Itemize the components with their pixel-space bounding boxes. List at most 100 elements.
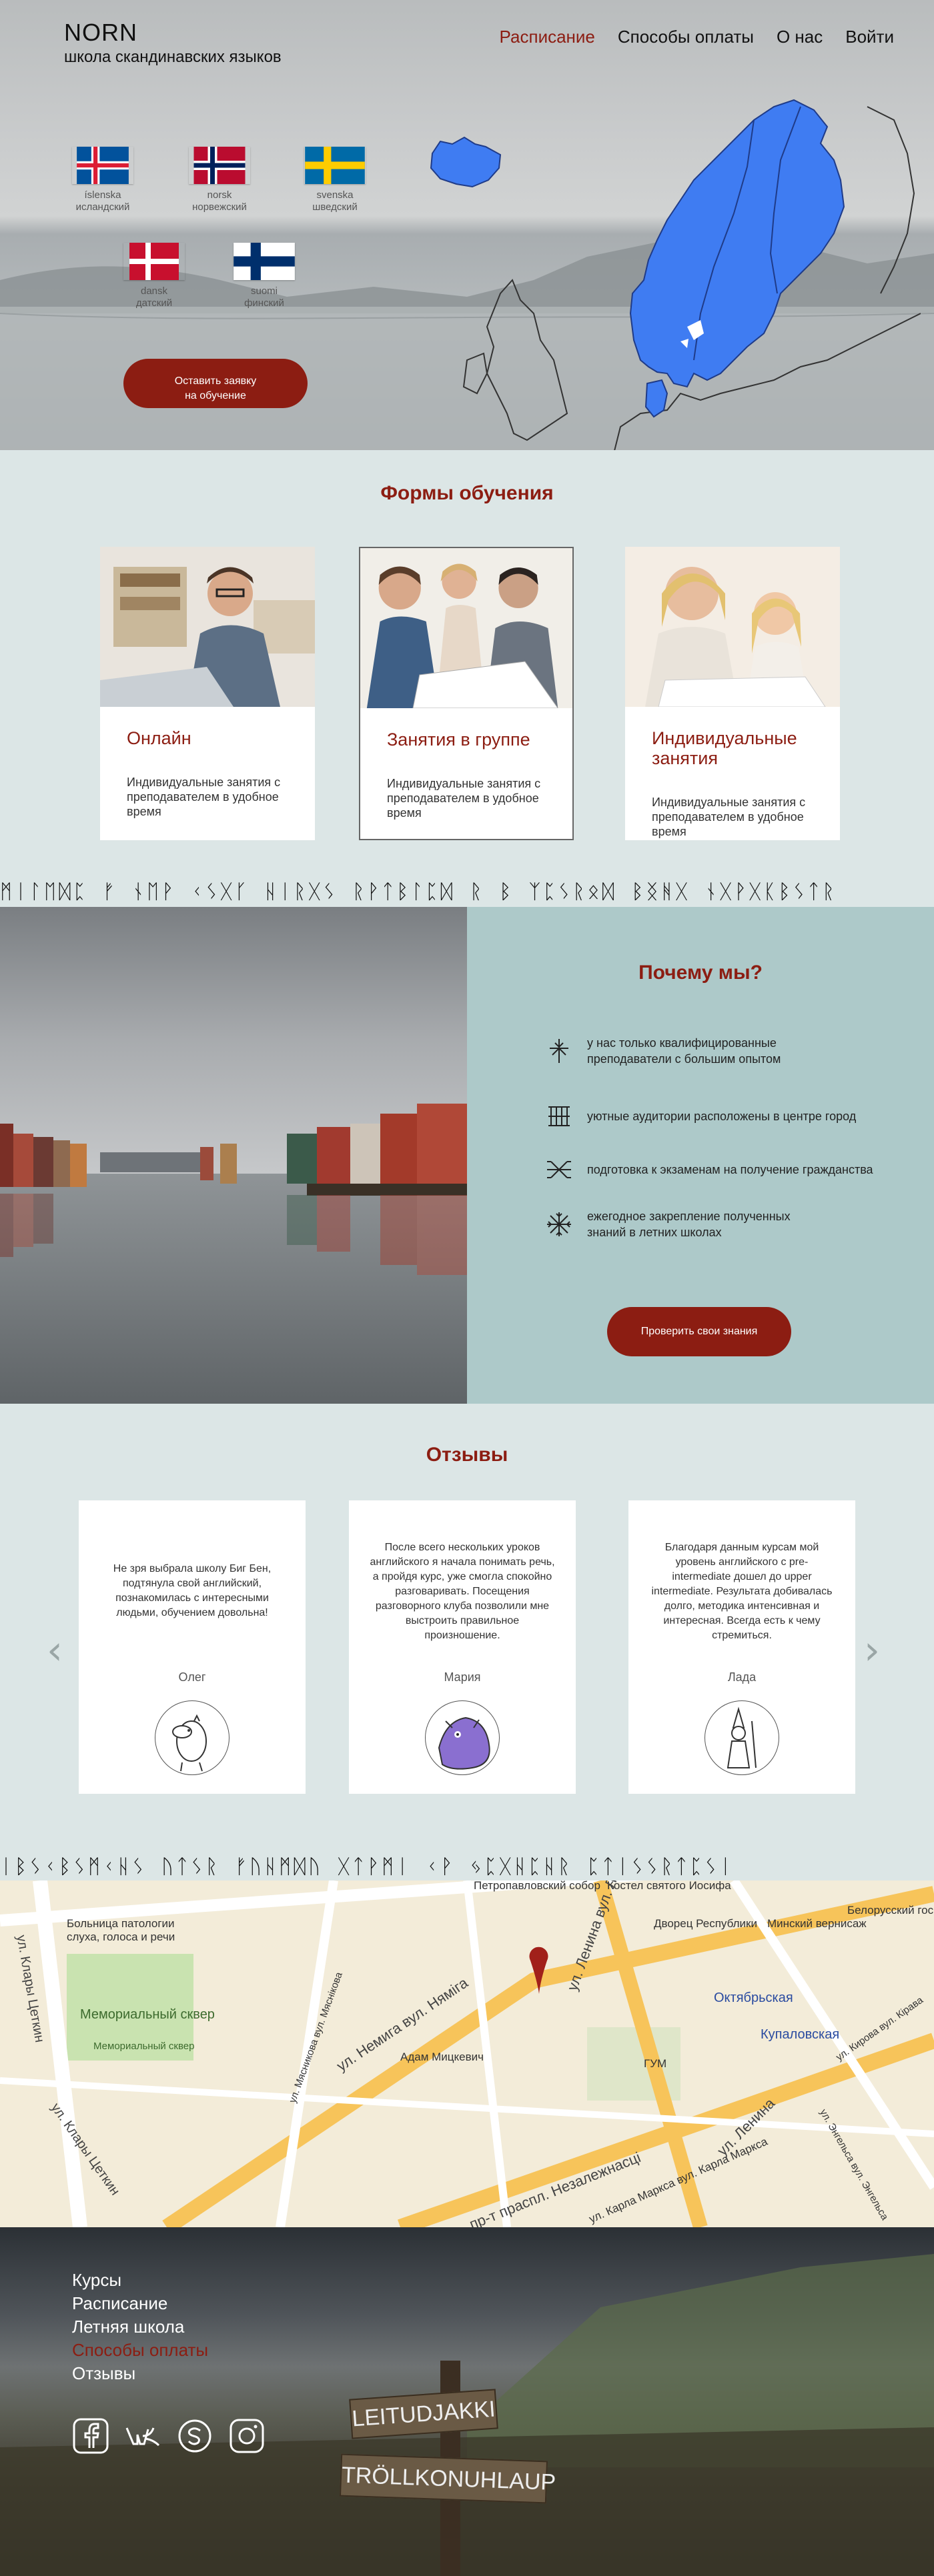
map-label: Больница патологии слуха, голоса и речи [67,1917,175,1943]
footer-link-payment[interactable]: Способы оплаты [72,2339,208,2362]
brand[interactable]: NORN школа скандинавских языков [64,19,282,67]
map-label: Белорусский гос... [847,1904,934,1916]
why-item-text: у нас только квалифицированные преподава… [587,1036,781,1066]
footer-link-reviews[interactable]: Отзывы [72,2362,208,2385]
review-avatar [155,1700,229,1775]
why-item-text: уютные аудитории расположены в центре го… [587,1110,857,1123]
card-group-title: Занятия в группе [387,730,530,750]
review-avatar [705,1700,779,1775]
nav-login[interactable]: Войти [845,27,894,47]
flag-native-name: suomi [250,285,278,297]
reviews-next-arrow-icon[interactable]: › [864,1627,880,1674]
rune-star-icon [547,1212,571,1236]
flag-russian-name: норвежский [192,201,247,213]
instagram-icon[interactable] [228,2417,266,2455]
card-group[interactable]: Занятия в группе Индивидуальные занятия … [359,547,574,840]
map-label: Костел святого Иосифа [607,1880,731,1892]
harbour-photo [0,907,467,1404]
why-item-text: ежегодное закрепление полученных знаний … [587,1210,791,1239]
rune-divider-top: ᛗᛁᛚᛖᛞᛈ ᚠ ᚾᛖᚹ ᚲᛊᚷᚴ ᚺᛁᚱᚷᛊ ᚱᚹᛏᛒᛚᛈᛞ ᚱ ᛒ ᛉᛈᛊᚱ… [0,879,934,906]
map-label: Мемориальный сквер [80,2007,215,2022]
review-card: Не зря выбрала школу Биг Бен, подтянула … [79,1500,306,1794]
review-author: Мария [444,1670,481,1684]
flag-russian-name: финский [244,297,284,309]
rune-branch-icon [547,1161,571,1178]
why-item-classrooms: уютные аудитории расположены в центре го… [544,1102,856,1131]
flag-russian-name: исландский [75,201,130,213]
map-label: Адам Мицкевич [400,2051,484,2063]
nav-about[interactable]: О нас [777,27,823,47]
map-label: Дворец Республики [654,1917,757,1930]
review-avatar [425,1700,500,1775]
nav-payment-methods[interactable]: Способы оплаты [618,27,754,47]
request-training-button[interactable]: Оставить заявку на обучение [123,359,308,408]
social-links [72,2417,266,2455]
group-photo [360,548,572,708]
denmark-flag-icon [129,243,179,280]
hero-section: NORN школа скандинавских языков Расписан… [0,0,934,450]
flag-finland[interactable]: suomi финский [234,243,295,309]
scandinavia-map-icon [430,99,921,450]
location-map[interactable]: Больница патологии слуха, голоса и речи … [0,1880,934,2227]
map-label: Мемориальный сквер [93,2041,195,2052]
signpost-lower: TRÖLLKONUHLAUP [339,2453,556,2504]
reviews-section: Отзывы Не зря выбрала школу Биг Бен, под… [0,1404,934,1854]
flag-native-name: dansk [140,285,168,297]
review-author: Олег [178,1670,206,1684]
footer-link-courses[interactable]: Курсы [72,2269,208,2292]
nav-schedule[interactable]: Расписание [500,27,595,47]
why-item-text: подготовка к экзаменам на получение граж… [587,1163,873,1176]
rune-divider-bottom: ᛁᛒᛊᚲᛒᛊᛗᚲᚺᛊ ᚢᛏᛊᚱ ᚠᚢᚺᛗᛞᚢ ᚷᛏᚹᛗᛁ ᚲᚹ ᛃᛈᚷᚺᛈᚺᚱ … [0,1854,934,1880]
card-individual[interactable]: Индивидуальные занятия Индивидуальные за… [625,547,840,840]
online-photo [100,547,315,707]
review-text: Благодаря данным курсам мой уровень англ… [651,1542,833,1641]
flag-denmark[interactable]: dansk датский [123,243,185,309]
flag-sweden[interactable]: svenska шведский [304,147,366,213]
card-online-title: Онлайн [127,728,191,748]
map-label: ГУМ [644,2057,667,2070]
sweden-flag-icon [305,147,365,184]
card-online[interactable]: Онлайн Индивидуальные занятия с преподав… [100,547,315,840]
snufkin-avatar-icon [727,1706,757,1768]
flag-iceland[interactable]: íslenska исландский [72,147,133,213]
individual-photo [625,547,840,707]
flag-russian-name: шведский [312,201,358,213]
map-label: Октябрьская [714,1991,793,2005]
skype-icon[interactable] [176,2417,213,2455]
footer-link-summer-school[interactable]: Летняя школа [72,2315,208,2339]
flag-native-name: svenska [316,189,354,201]
footer: LEITUDJAKKI TRÖLLKONUHLAUP Курсы Расписа… [0,2227,934,2576]
footer-nav: Курсы Расписание Летняя школа Способы оп… [72,2269,208,2385]
card-individual-text: Индивидуальные занятия с преподавателем … [652,796,806,838]
reviews-prev-arrow-icon[interactable]: ‹ [47,1627,63,1674]
request-training-line1: Оставить заявку [174,375,257,387]
creature-avatar-icon [438,1716,490,1770]
request-training-line2: на обучение [185,389,246,401]
map-label: Купаловская [761,2027,840,2042]
flag-russian-name: датский [135,297,173,309]
flag-norway[interactable]: norsk норвежский [189,147,250,213]
finland-flag-icon [234,243,295,280]
facebook-icon[interactable] [72,2417,109,2455]
rune-grid-icon [548,1106,570,1126]
why-us-section: Почему мы? у нас только квалифицированны… [0,907,934,1404]
check-knowledge-button[interactable]: Проверить свои знания [607,1307,791,1356]
learning-forms-section: Формы обучения Онлайн Индивидуальные зан… [0,450,934,877]
map-label: Петропавловский собор [474,1880,600,1892]
brand-subtitle: школа скандинавских языков [64,48,282,66]
why-item-summer: ежегодное закрепление полученных знаний … [544,1208,821,1240]
why-item-teachers: у нас только квалифицированные преподава… [544,1035,807,1067]
learning-forms-title: Формы обучения [380,482,554,504]
card-online-text: Индивидуальные занятия с преподавателем … [127,776,281,818]
why-us-title: Почему мы? [638,962,763,984]
brand-name: NORN [64,19,137,46]
rune-cross-icon [550,1039,568,1063]
map-label: Минский вернисаж [767,1917,867,1930]
footer-link-schedule[interactable]: Расписание [72,2292,208,2315]
moomin-avatar-icon [172,1714,207,1772]
vk-icon[interactable] [124,2417,161,2455]
review-card: После всего нескольких уроков английског… [349,1500,576,1794]
review-card: Благодаря данным курсам мой уровень англ… [628,1500,855,1794]
iceland-flag-icon [77,147,129,184]
main-nav: Расписание Способы оплаты О нас Войти [477,27,894,47]
